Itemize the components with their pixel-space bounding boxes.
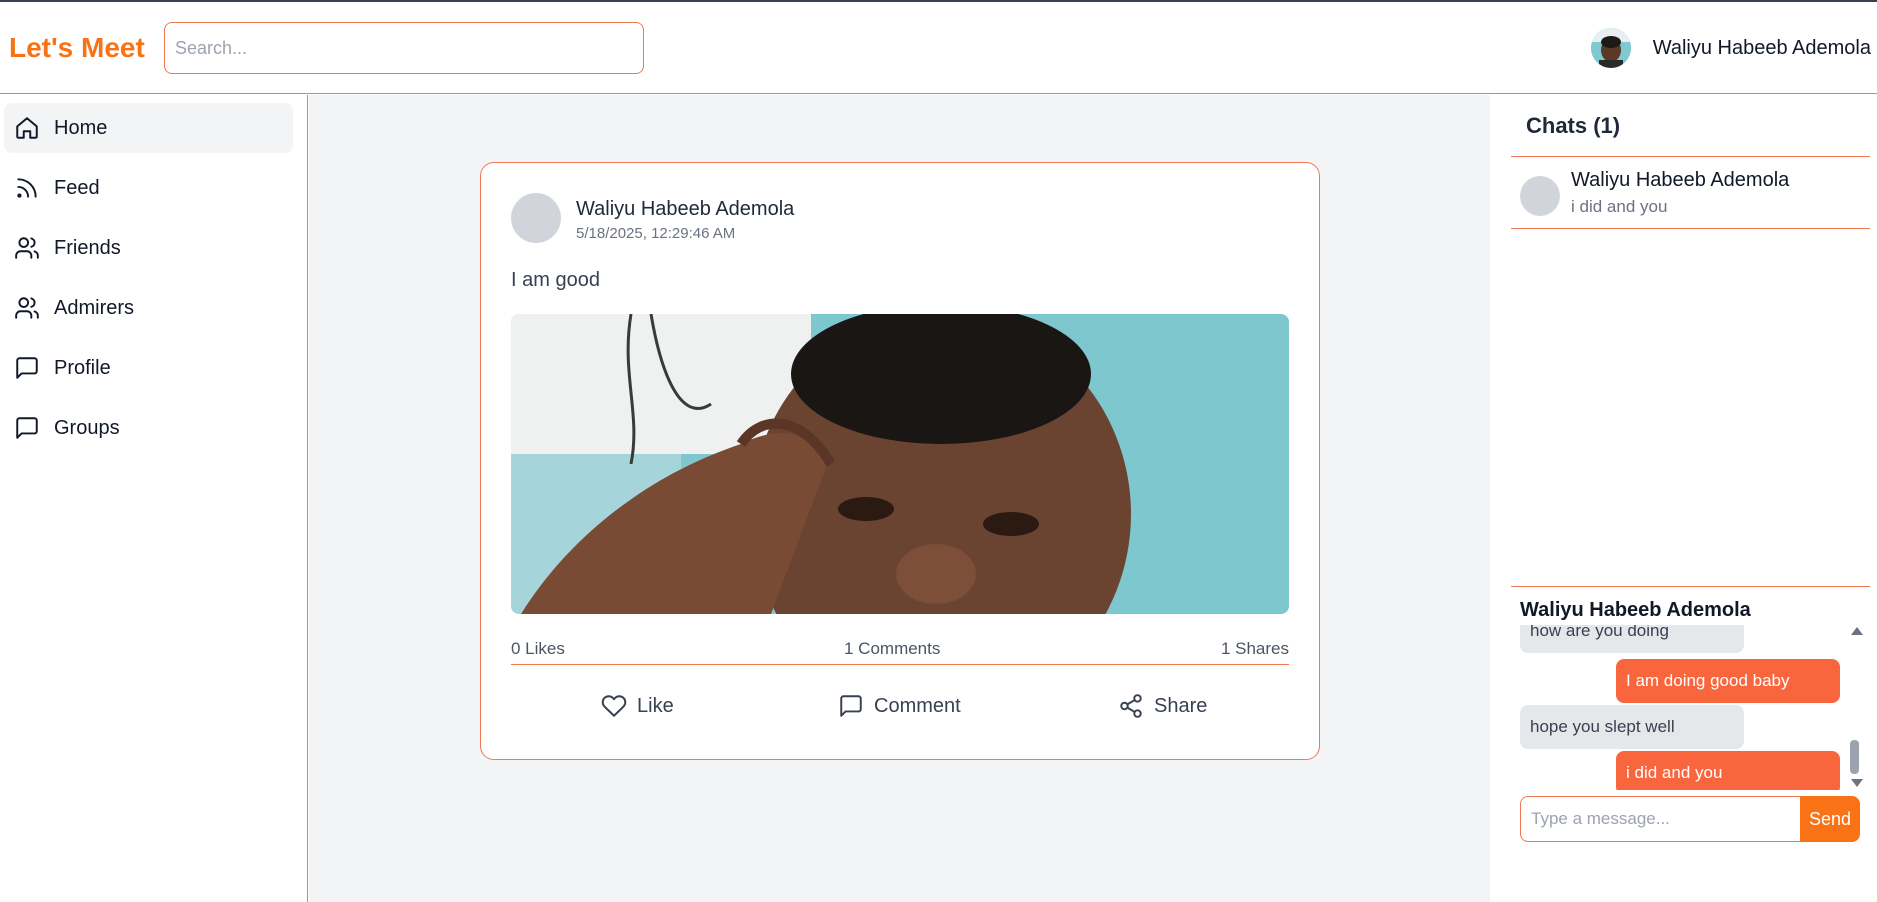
app-header: Let's Meet Waliyu Habeeb Ademola <box>0 2 1877 94</box>
message-list[interactable]: how are you doing I am doing good baby h… <box>1511 625 1870 790</box>
share-button[interactable]: Share <box>1118 693 1207 719</box>
message-bubble-outgoing: i did and you <box>1616 751 1840 790</box>
message-bubble-outgoing: I am doing good baby <box>1616 659 1840 703</box>
heart-icon <box>601 695 627 717</box>
app-logo[interactable]: Let's Meet <box>9 32 145 64</box>
sidebar-item-label: Profile <box>54 356 111 379</box>
comment-icon <box>840 695 862 717</box>
comment-label: Comment <box>874 694 961 717</box>
post-stats: 0 Likes 1 Comments 1 Shares <box>511 637 1289 665</box>
users-icon <box>15 297 39 319</box>
user-menu[interactable]: Waliyu Habeeb Ademola <box>1590 28 1871 68</box>
sidebar-item-friends[interactable]: Friends <box>4 223 293 273</box>
main-feed: Waliyu Habeeb Ademola 5/18/2025, 12:29:4… <box>309 95 1490 902</box>
avatar[interactable] <box>511 193 561 243</box>
avatar[interactable] <box>1590 28 1631 68</box>
likes-count[interactable]: 0 Likes <box>511 639 565 659</box>
chat-list-item[interactable]: Waliyu Habeeb Ademola i did and you <box>1511 157 1870 229</box>
post-photo <box>511 314 1289 614</box>
sidebar-item-label: Groups <box>54 416 120 439</box>
message-input[interactable] <box>1520 796 1801 842</box>
message-bubble-incoming: hope you slept well <box>1520 705 1744 749</box>
home-icon <box>16 117 38 139</box>
send-button[interactable]: Send <box>1800 796 1860 842</box>
share-label: Share <box>1154 694 1208 717</box>
message-bubble-incoming: how are you doing <box>1520 625 1744 653</box>
sidebar-item-profile[interactable]: Profile <box>4 343 293 393</box>
scroll-up-arrow[interactable] <box>1851 627 1863 635</box>
sidebar: Home Feed Friends Admirers Profile Group… <box>0 95 308 902</box>
sidebar-item-label: Feed <box>54 176 100 199</box>
post-image[interactable] <box>511 314 1289 614</box>
user-name: Waliyu Habeeb Ademola <box>1652 36 1871 59</box>
share-icon <box>1120 694 1142 718</box>
shares-count[interactable]: 1 Shares <box>1221 639 1289 659</box>
chat-panel: Chats (1) Waliyu Habeeb Ademola i did an… <box>1491 95 1877 902</box>
sidebar-item-label: Friends <box>54 236 121 259</box>
post-text: I am good <box>511 269 600 291</box>
chats-title: Chats (1) <box>1526 113 1621 138</box>
search-input[interactable] <box>164 22 644 74</box>
sidebar-item-label: Admirers <box>54 296 135 319</box>
like-label: Like <box>637 694 674 717</box>
avatar <box>1520 176 1560 216</box>
users-icon <box>15 237 39 259</box>
chat-last-message: i did and you <box>1571 197 1668 216</box>
sidebar-item-groups[interactable]: Groups <box>4 403 293 453</box>
sidebar-item-feed[interactable]: Feed <box>4 163 293 213</box>
message-square-icon <box>16 357 38 379</box>
comments-count[interactable]: 1 Comments <box>844 639 940 659</box>
conversation-title: Waliyu Habeeb Ademola <box>1520 599 1751 621</box>
avatar-photo <box>1590 28 1631 68</box>
like-button[interactable]: Like <box>601 693 674 719</box>
sidebar-item-label: Home <box>54 116 108 139</box>
scrollbar-thumb[interactable] <box>1850 740 1859 774</box>
post-timestamp: 5/18/2025, 12:29:46 AM <box>576 225 736 242</box>
scroll-down-arrow[interactable] <box>1851 779 1863 787</box>
sidebar-item-home[interactable]: Home <box>4 103 293 153</box>
post-author[interactable]: Waliyu Habeeb Ademola <box>576 198 794 221</box>
sidebar-item-admirers[interactable]: Admirers <box>4 283 293 333</box>
rss-icon <box>17 178 37 198</box>
post-actions: Like Comment Share <box>511 683 1289 733</box>
post-card: Waliyu Habeeb Ademola 5/18/2025, 12:29:4… <box>480 162 1320 760</box>
conversation-panel: Waliyu Habeeb Ademola how are you doing … <box>1511 586 1870 902</box>
chat-contact-name: Waliyu Habeeb Ademola <box>1571 169 1790 191</box>
comment-button[interactable]: Comment <box>838 693 961 719</box>
message-square-icon <box>16 417 38 439</box>
